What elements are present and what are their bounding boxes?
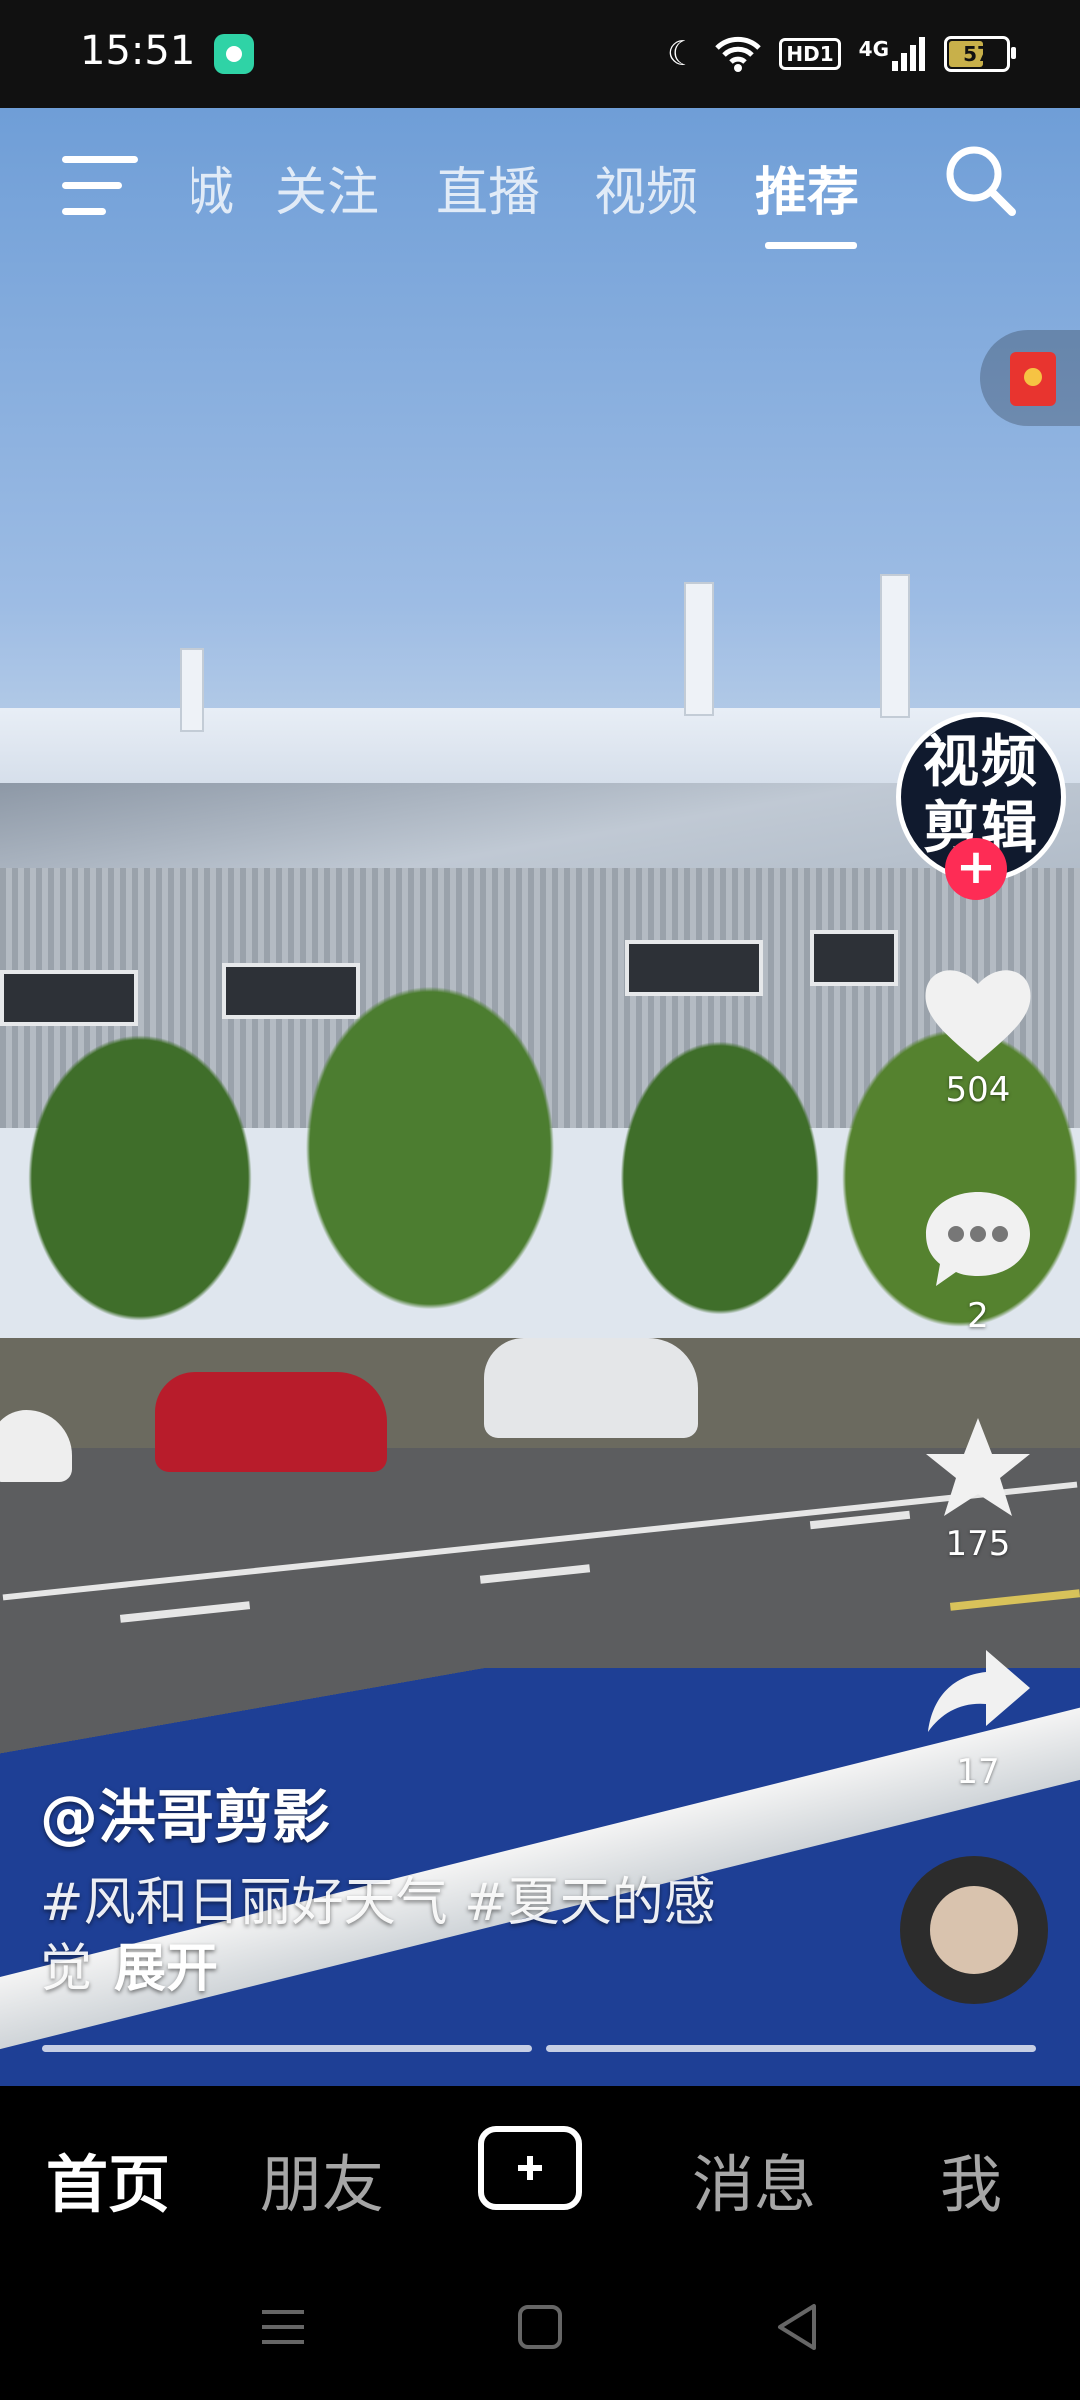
red-packet-icon [1010,352,1056,406]
comment-button[interactable]: 2 [900,1188,1056,1336]
nav-home[interactable]: 首页 [46,2134,170,2224]
system-nav-bar [0,2256,1080,2400]
top-nav: 城 关注 直播 视频 推荐 [0,108,1080,268]
signal-icon [892,37,925,71]
tab-video[interactable]: 视频 [594,150,698,225]
battery-icon: 57 [944,36,1016,72]
moon-icon: ☾ [666,34,698,74]
comment-icon [926,1192,1030,1286]
tab-following[interactable]: 关注 [275,150,379,225]
music-cover-icon [930,1886,1018,1974]
star-icon [926,1418,1030,1516]
status-icons: ☾ HD1 4G 57 [666,30,1016,78]
wifi-icon [715,36,762,72]
status-time: 15:51 [80,28,196,74]
back-icon[interactable] [770,2300,824,2354]
share-count: 17 [956,1752,1000,1792]
like-button[interactable]: 504 [900,962,1056,1110]
cellular-label: 4G [858,37,889,61]
home-icon[interactable] [513,2300,567,2354]
battery-level: 57 [963,42,991,66]
hd-badge: HD1 [779,38,841,70]
tab-live[interactable]: 直播 [436,150,540,225]
expand-button[interactable]: 展开 [114,1939,218,1999]
comment-count: 2 [967,1296,989,1336]
factory-tower [684,582,714,716]
active-tab-indicator [765,242,857,249]
app-notification-icon [214,34,254,74]
favorite-button[interactable]: 175 [900,1416,1056,1564]
video-progress-segment[interactable] [546,2045,1036,2052]
factory-tower [180,648,204,732]
nav-me[interactable]: 我 [940,2134,1002,2224]
heart-icon [925,970,1031,1062]
menu-icon[interactable] [62,156,138,216]
tab-mall[interactable]: 城 [192,150,234,225]
nav-friends[interactable]: 朋友 [260,2134,384,2224]
music-disc-button[interactable] [900,1856,1048,2004]
share-icon [928,1650,1030,1732]
red-packet-button[interactable] [980,330,1080,426]
bottom-nav: 首页 朋友 消息 我 [0,2086,1080,2256]
recents-icon[interactable] [256,2300,310,2354]
share-button[interactable]: 17 [900,1644,1056,1792]
status-bar: 15:51 ☾ HD1 4G 57 [0,0,1080,108]
nav-messages[interactable]: 消息 [692,2134,816,2224]
car [155,1372,387,1472]
follow-button[interactable]: + [945,838,1007,900]
search-icon[interactable] [940,140,1020,220]
video-progress-segment[interactable] [42,2045,532,2052]
favorite-count: 175 [945,1524,1011,1564]
tab-recommended[interactable]: 推荐 [755,150,859,225]
video-caption: #风和日丽好天气 #夏天的感觉 展开 [40,1870,720,2002]
car [484,1338,698,1438]
author-name[interactable]: @洪哥剪影 [40,1770,330,1854]
like-count: 504 [945,1070,1011,1110]
create-button[interactable] [478,2126,582,2210]
factory-tower [880,574,910,718]
